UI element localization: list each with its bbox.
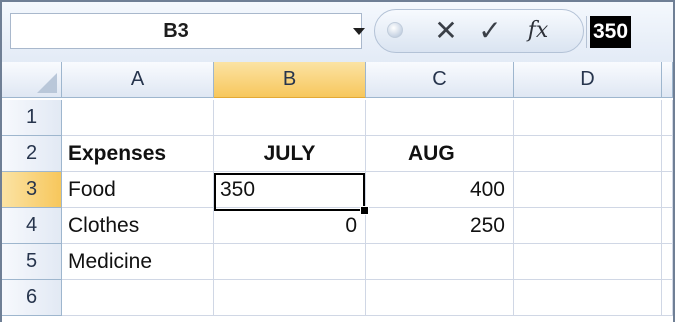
column-header-a[interactable]: A [62, 62, 214, 98]
table-row: 1 [2, 100, 673, 136]
cell-e6[interactable] [662, 280, 673, 316]
row-header[interactable]: 3 [2, 172, 62, 208]
table-row: 3 Food 350 400 [2, 172, 673, 208]
cell-c6[interactable] [366, 280, 514, 316]
select-all-corner[interactable] [2, 62, 62, 98]
cell-c5[interactable] [366, 244, 514, 280]
checkmark-icon[interactable]: ✓ [475, 16, 505, 46]
row-header[interactable]: 2 [2, 136, 62, 172]
fx-icon[interactable]: fx [521, 17, 555, 45]
column-header-c[interactable]: C [366, 62, 514, 98]
cell-b4[interactable]: 0 [214, 208, 366, 244]
close-icon[interactable]: ✕ [431, 16, 461, 46]
cell-d2[interactable] [514, 136, 662, 172]
table-row: 4 Clothes 0 250 [2, 208, 673, 244]
column-header-b[interactable]: B [214, 62, 366, 98]
cell-d5[interactable] [514, 244, 662, 280]
table-row: 5 Medicine [2, 244, 673, 280]
cell-a5[interactable]: Medicine [62, 244, 214, 280]
corner-triangle-icon [37, 73, 57, 93]
formula-controls: ✕ ✓ fx [374, 9, 584, 53]
name-box-value[interactable]: B3 [11, 14, 341, 48]
cell-e5[interactable] [662, 244, 673, 280]
cell-c1[interactable] [366, 100, 514, 136]
row-header[interactable]: 6 [2, 280, 62, 316]
row-header[interactable]: 4 [2, 208, 62, 244]
spreadsheet-grid: A B C D 1 2 Expenses JULY AUG 3 Food 350… [2, 62, 673, 322]
table-row: 6 [2, 280, 673, 316]
column-header-row: A B C D [2, 62, 673, 98]
cell-a6[interactable] [62, 280, 214, 316]
formula-input[interactable]: 350 [590, 16, 632, 48]
bubble-icon [387, 22, 403, 38]
cell-a2[interactable]: Expenses [62, 136, 214, 172]
cell-e2[interactable] [662, 136, 673, 172]
spreadsheet-window: B3 ✕ ✓ fx 350 A B C D 1 2 Expenses JULY … [0, 0, 675, 322]
cell-c3[interactable]: 400 [366, 172, 514, 208]
cell-c2[interactable]: AUG [366, 136, 514, 172]
fill-handle[interactable] [360, 206, 369, 215]
name-box[interactable]: B3 [10, 13, 365, 49]
formula-bar: B3 ✕ ✓ fx 350 [2, 2, 673, 63]
cell-e1[interactable] [662, 100, 673, 136]
cell-d6[interactable] [514, 280, 662, 316]
row-header[interactable]: 1 [2, 100, 62, 136]
cell-a3[interactable]: Food [62, 172, 214, 208]
cell-e3[interactable] [662, 172, 673, 208]
cell-a1[interactable] [62, 100, 214, 136]
chevron-down-icon[interactable] [353, 28, 365, 35]
cell-b6[interactable] [214, 280, 366, 316]
cell-b3[interactable]: 350 [214, 172, 366, 208]
cell-d4[interactable] [514, 208, 662, 244]
column-header-d[interactable]: D [514, 62, 662, 98]
cell-c4[interactable]: 250 [366, 208, 514, 244]
table-row: 2 Expenses JULY AUG [2, 136, 673, 172]
cell-b5[interactable] [214, 244, 366, 280]
column-header-e[interactable] [662, 62, 673, 98]
cell-d1[interactable] [514, 100, 662, 136]
row-header[interactable]: 5 [2, 244, 62, 280]
cell-b1[interactable] [214, 100, 366, 136]
cell-a4[interactable]: Clothes [62, 208, 214, 244]
formula-separator [586, 16, 587, 48]
cell-e4[interactable] [662, 208, 673, 244]
cell-d3[interactable] [514, 172, 662, 208]
cell-b2[interactable]: JULY [214, 136, 366, 172]
